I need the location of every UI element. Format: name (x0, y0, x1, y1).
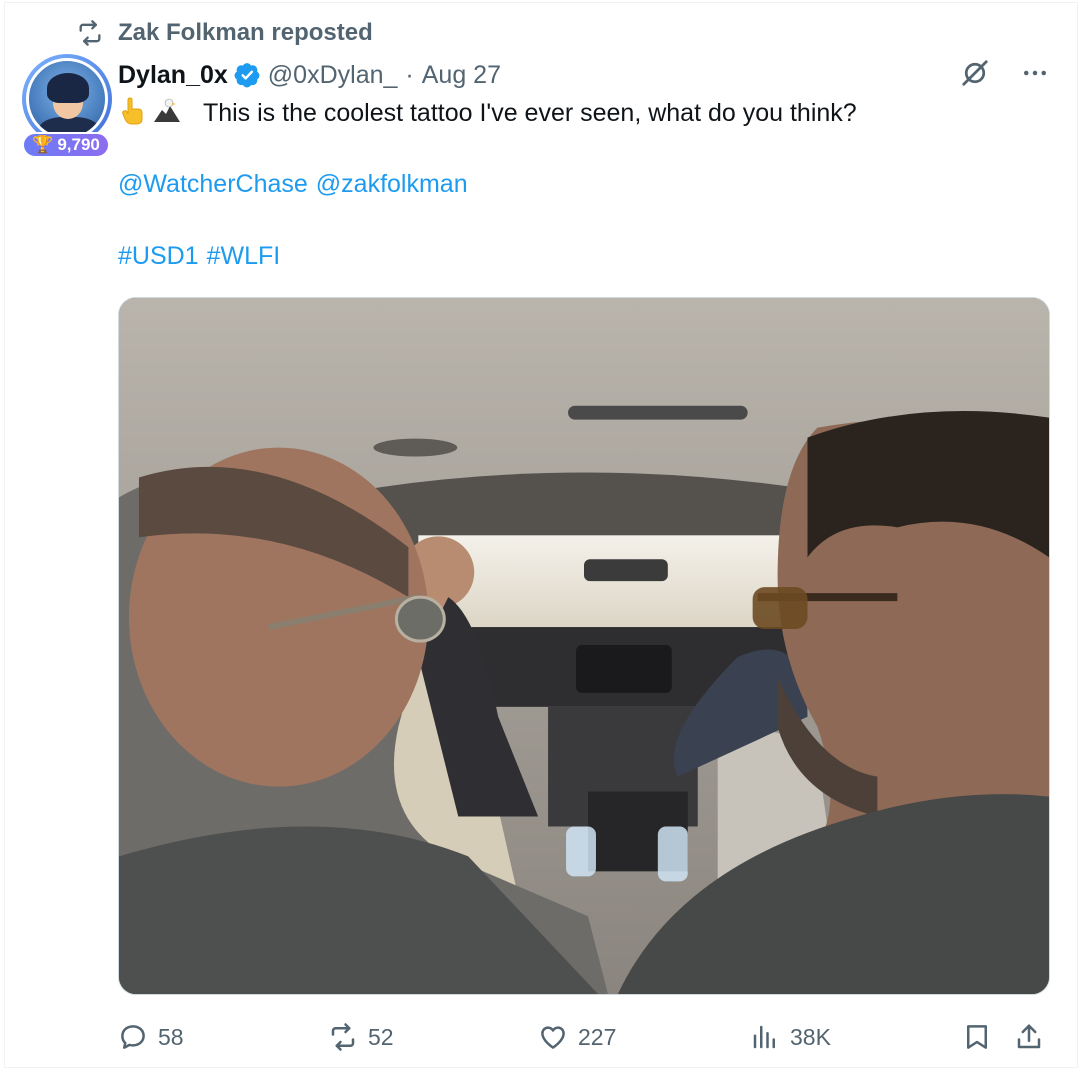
post-body: This is the coolest tattoo I've ever see… (202, 99, 857, 127)
tweet-top-actions (960, 58, 1050, 88)
trophy-icon: 🏆 (32, 135, 54, 154)
views-button[interactable]: 38K (750, 1018, 831, 1056)
reply-icon (121, 1025, 145, 1049)
car-interior-photo (119, 298, 1049, 994)
bookmark-icon (967, 1025, 987, 1049)
verified-icon (234, 63, 260, 88)
views-count: 38K (790, 1023, 831, 1050)
separator: · (405, 60, 414, 89)
hashtag-link[interactable]: #USD1 (118, 242, 199, 270)
reply-button[interactable]: 58 (118, 1018, 184, 1056)
mention-link[interactable]: @WatcherChase (118, 170, 308, 198)
author-name[interactable]: Dylan_0x (118, 61, 228, 90)
action-bar: 58 52 227 38K (118, 1018, 1050, 1056)
author-handle[interactable]: @0xDylan_ (268, 61, 398, 90)
bookmark-button[interactable] (962, 1018, 992, 1056)
hashtags: #USD1 #WLFI (118, 242, 288, 271)
tweet-header: Dylan_0x @0xDylan_ · Aug 27 (118, 58, 501, 92)
badge-count: 9,790 (57, 135, 100, 154)
repost-indicator[interactable]: Zak Folkman reposted (76, 18, 373, 48)
share-icon (1017, 1024, 1041, 1049)
repost-icon (331, 1023, 355, 1051)
repost-button[interactable]: 52 (328, 1018, 394, 1056)
grok-icon[interactable] (960, 58, 990, 88)
more-icon[interactable] (1020, 58, 1050, 88)
reply-count: 58 (158, 1023, 184, 1050)
views-icon (753, 1025, 775, 1049)
share-button[interactable] (1014, 1018, 1044, 1056)
hashtag-link[interactable]: #WLFI (207, 242, 281, 270)
like-button[interactable]: 227 (538, 1018, 616, 1056)
post-date[interactable]: Aug 27 (422, 61, 501, 90)
like-icon (541, 1026, 565, 1049)
eagle-icon (152, 96, 182, 126)
score-badge: 🏆 9,790 (22, 132, 110, 158)
post-text: This is the coolest tattoo I've ever see… (118, 96, 1038, 129)
like-count: 227 (578, 1023, 617, 1050)
post-photo[interactable] (118, 297, 1050, 995)
pointing-hand-icon (118, 96, 148, 126)
repost-label: Zak Folkman reposted (118, 19, 373, 46)
mentions: @WatcherChase @zakfolkman (118, 170, 476, 199)
mention-link[interactable]: @zakfolkman (316, 170, 468, 198)
repost-count: 52 (368, 1023, 394, 1050)
repost-icon (79, 20, 101, 46)
avatar[interactable] (22, 54, 112, 144)
